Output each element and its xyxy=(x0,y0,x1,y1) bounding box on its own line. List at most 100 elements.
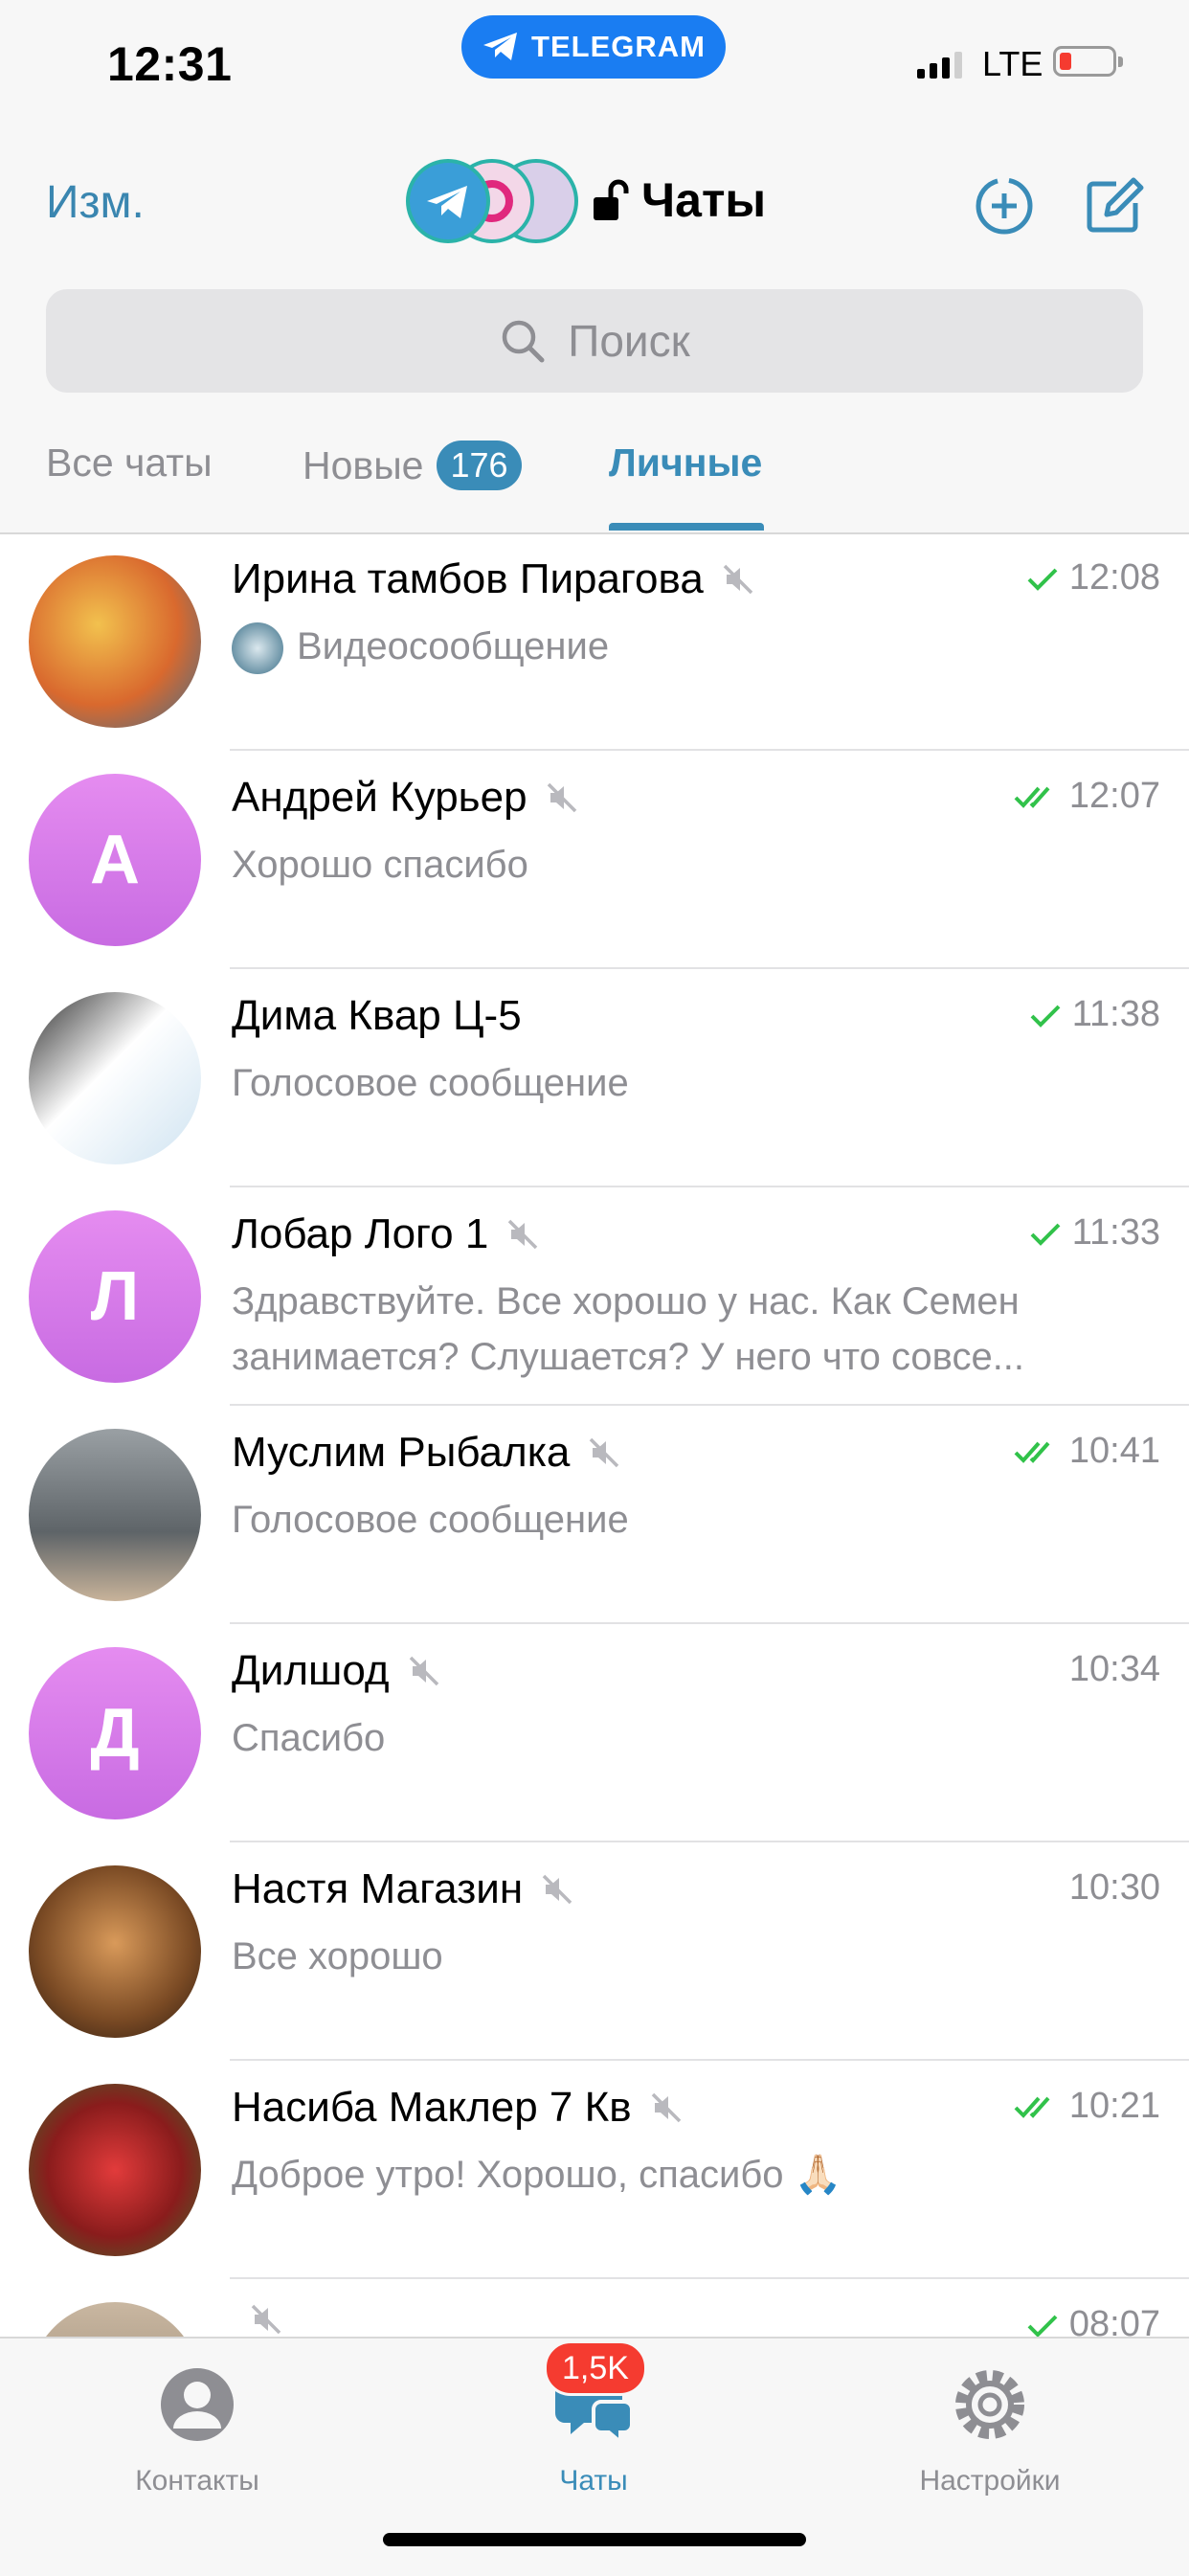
chat-name-text: Дима Квар Ц-5 xyxy=(232,992,522,1039)
chat-name: Ирина тамбов Пирагова xyxy=(232,555,755,603)
chat-preview-text: Голосовое сообщение xyxy=(232,1499,629,1541)
chat-time: 10:34 xyxy=(1069,1649,1160,1690)
chat-row[interactable]: Дима Квар Ц-5 11:38 Голосовое сообщение xyxy=(0,969,1189,1187)
avatar: Д xyxy=(29,1647,201,1819)
chat-preview-text: Видеосообщение xyxy=(297,625,610,667)
avatar xyxy=(29,1865,201,2038)
chat-time: 12:08 xyxy=(1025,557,1160,599)
chat-name: Лобар Лого 1 xyxy=(232,1210,540,1258)
chat-preview: Видеосообщение xyxy=(232,619,1151,675)
tab-new-label: Новые xyxy=(303,442,424,487)
read-check-icon xyxy=(1014,2096,1050,2118)
tab-personal[interactable]: Личные xyxy=(609,441,762,486)
network-label: LTE xyxy=(982,44,1043,83)
muted-icon xyxy=(409,1656,438,1686)
chat-row[interactable]: Ирина тамбов Пирагова 12:08 Видеосообщение xyxy=(0,532,1189,751)
account-switcher[interactable] xyxy=(406,159,578,247)
chat-preview: Хорошо спасибо xyxy=(232,837,1151,893)
chat-preview: Все хорошо xyxy=(232,1929,1151,1984)
chat-preview-text: Голосовое сообщение xyxy=(232,1062,629,1104)
chat-preview-text: Доброе утро! Хорошо, спасибо 🙏🏻 xyxy=(232,2154,842,2196)
video-message-thumb-icon xyxy=(232,622,283,675)
chat-name-text: Андрей Курьер xyxy=(232,774,527,821)
chat-time: 10:41 xyxy=(1014,1431,1160,1472)
search-placeholder: Поиск xyxy=(568,316,690,366)
chat-time-text: 12:08 xyxy=(1068,557,1160,598)
add-circle-icon xyxy=(976,177,1033,235)
muted-icon xyxy=(547,782,576,813)
chat-name-text: Муслим Рыбалка xyxy=(232,1429,571,1476)
muted-icon xyxy=(723,564,753,595)
search-input[interactable]: Поиск xyxy=(46,289,1143,393)
chat-name: Насиба Маклер 7 Кв xyxy=(232,2084,684,2132)
chat-name: Муслим Рыбалка xyxy=(232,1429,621,1477)
chat-name-text: Ирина тамбов Пирагова xyxy=(232,555,704,602)
tab-new[interactable]: Новые 176 xyxy=(303,441,522,490)
page-title-wrap: Чаты xyxy=(592,172,766,228)
chat-row[interactable]: А Андрей Курьер 12:07 Хорошо спасибо xyxy=(0,751,1189,969)
chat-name: Дилшод xyxy=(232,1647,441,1695)
read-check-icon xyxy=(1014,1441,1050,1463)
chat-name-text: Дилшод xyxy=(232,1647,390,1694)
avatar: Л xyxy=(29,1210,201,1383)
sent-check-icon xyxy=(1027,2315,1058,2338)
new-story-button[interactable] xyxy=(971,172,1038,239)
home-indicator[interactable] xyxy=(383,2533,806,2546)
chat-time: 12:07 xyxy=(1014,776,1160,817)
lock-open-icon[interactable] xyxy=(592,178,630,222)
avatar-initial: А xyxy=(90,822,140,898)
chat-name-text: Настя Магазин xyxy=(232,1865,524,1912)
chat-time-text: 11:38 xyxy=(1071,994,1160,1034)
sent-check-icon xyxy=(1030,1005,1061,1028)
chat-name-text: Лобар Лого 1 xyxy=(232,1210,489,1257)
muted-icon xyxy=(590,1437,619,1468)
chat-preview: Здравствуйте. Все хорошо у нас. Как Семе… xyxy=(232,1274,1151,1385)
avatar xyxy=(29,992,201,1164)
chat-time-text: 12:07 xyxy=(1068,776,1160,816)
signal-icon xyxy=(917,50,962,79)
avatar-initial: Л xyxy=(90,1258,140,1335)
tabbar-settings[interactable]: Настройки xyxy=(846,2358,1133,2497)
chat-time-text: 10:21 xyxy=(1068,2086,1160,2126)
chat-time: 10:21 xyxy=(1014,2086,1160,2127)
avatar-initial: Д xyxy=(90,1695,140,1772)
page-title: Чаты xyxy=(641,173,767,227)
chat-row[interactable]: Настя Магазин 10:30 Все хорошо xyxy=(0,1842,1189,2061)
chat-time-text: 10:34 xyxy=(1068,1649,1160,1689)
tab-all-chats[interactable]: Все чаты xyxy=(46,441,213,486)
edit-button[interactable]: Изм. xyxy=(46,176,145,229)
chat-preview: Голосовое сообщение xyxy=(232,1055,1151,1111)
chats-unread-badge: 1,5K xyxy=(544,2340,647,2396)
telegram-logo-icon xyxy=(406,159,490,243)
chat-name: Андрей Курьер xyxy=(232,774,579,822)
avatar xyxy=(29,555,201,728)
sent-check-icon xyxy=(1027,568,1058,591)
chat-row[interactable]: Муслим Рыбалка 10:41 Голосовое сообщение xyxy=(0,1406,1189,1624)
compose-icon xyxy=(1087,177,1144,233)
chat-preview: Голосовое сообщение xyxy=(232,1492,1151,1548)
chat-row[interactable]: Л Лобар Лого 1 11:33 Здравствуйте. Все хоро… xyxy=(0,1187,1189,1406)
chat-preview: Спасибо xyxy=(232,1710,1151,1766)
chat-time: 11:33 xyxy=(1028,1212,1160,1254)
chat-preview-text: Все хорошо xyxy=(232,1935,443,1977)
status-time: 12:31 xyxy=(107,37,233,91)
tabbar-settings-label: Настройки xyxy=(919,2465,1061,2497)
chat-row[interactable]: Д Дилшод 10:34 Спасибо xyxy=(0,1624,1189,1842)
avatar xyxy=(29,2084,201,2256)
chat-preview: Доброе утро! Хорошо, спасибо 🙏🏻 xyxy=(232,2147,1151,2203)
tabbar-chats-label: Чаты xyxy=(559,2465,628,2497)
muted-icon xyxy=(508,1219,538,1250)
tab-personal-label: Личные xyxy=(609,441,763,485)
tabbar-contacts-label: Контакты xyxy=(135,2465,259,2497)
muted-icon xyxy=(651,2092,681,2123)
muted-icon xyxy=(542,1874,572,1905)
tab-active-indicator xyxy=(609,523,764,531)
search-icon xyxy=(503,320,545,363)
chat-row[interactable]: Насиба Маклер 7 Кв 10:21 Доброе утро! Хоро… xyxy=(0,2061,1189,2279)
tab-all-chats-label: Все чаты xyxy=(46,441,213,485)
chat-name xyxy=(232,2302,283,2337)
tabbar-contacts[interactable]: Контакты xyxy=(54,2358,341,2497)
compose-button[interactable] xyxy=(1080,172,1147,239)
telegram-pill[interactable]: TELEGRAM xyxy=(461,15,726,79)
telegram-icon xyxy=(483,33,518,60)
